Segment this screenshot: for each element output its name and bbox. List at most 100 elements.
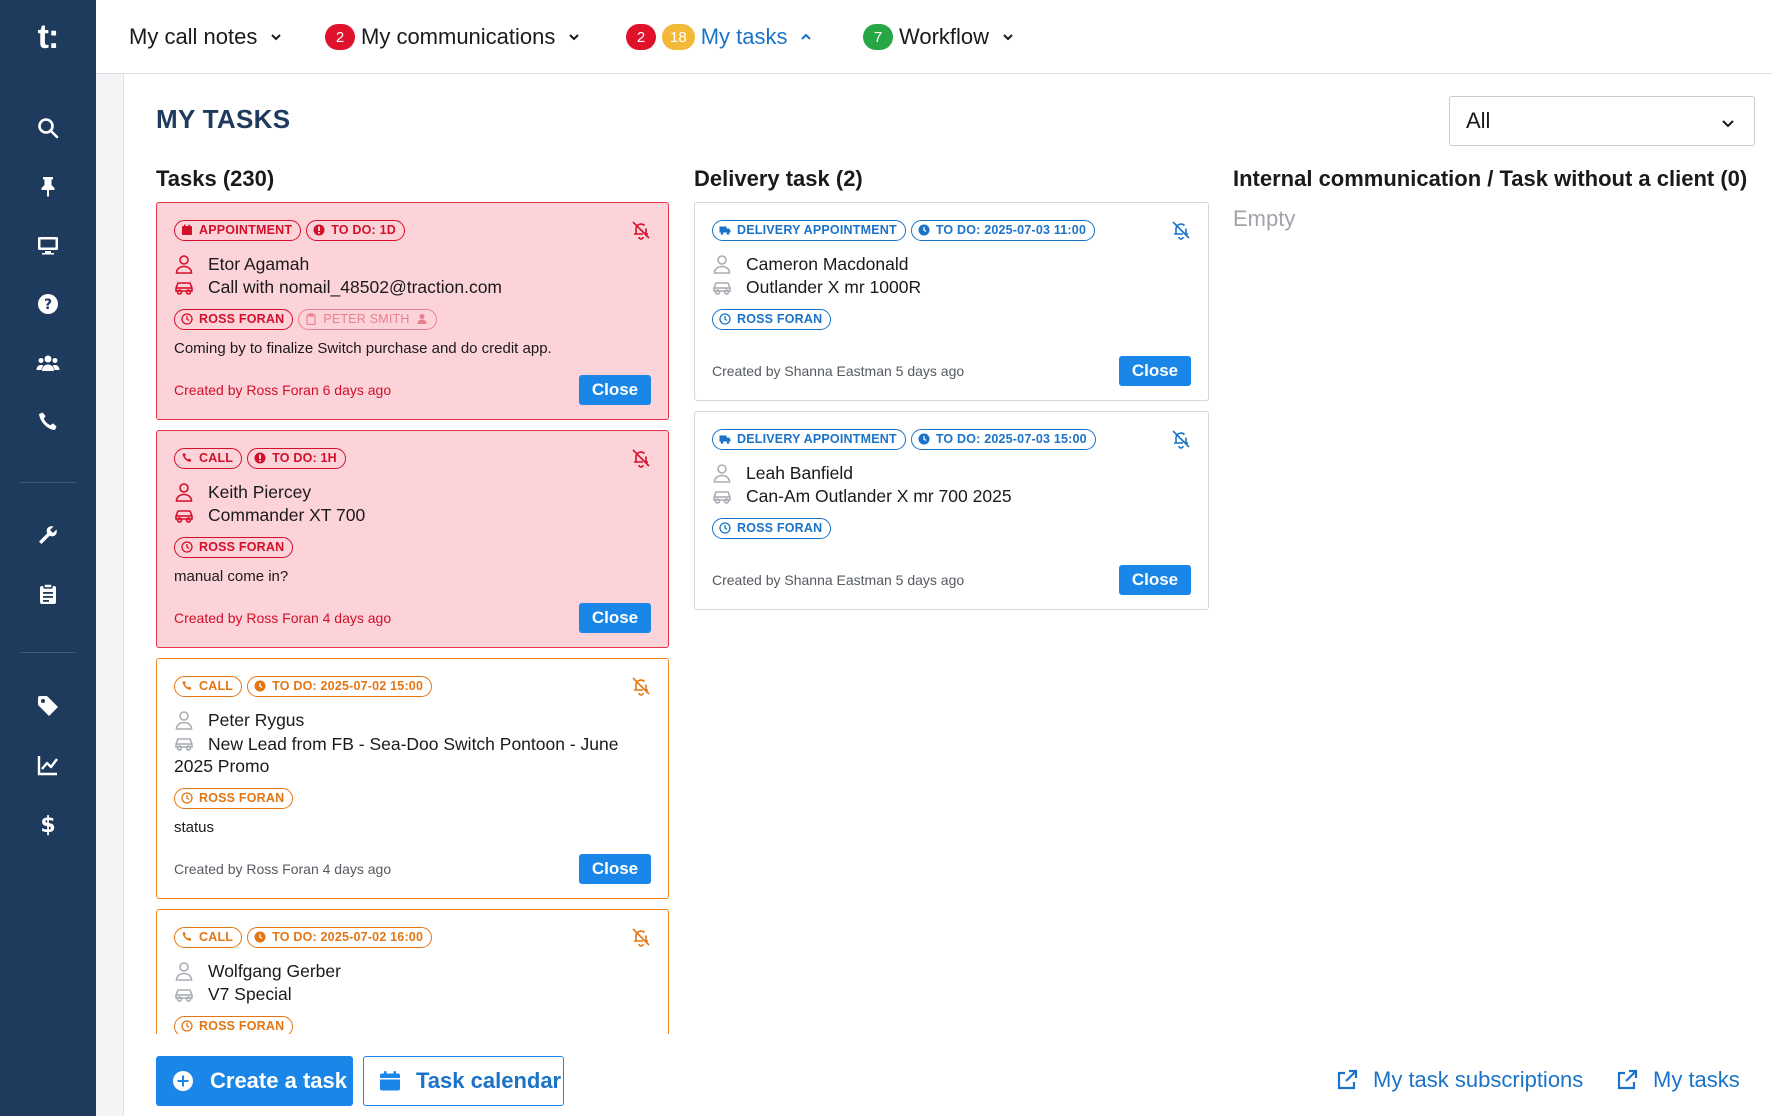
internal-column-title: Internal communication / Task without a … — [1233, 166, 1748, 191]
close-task-button[interactable]: Close — [579, 375, 651, 405]
task-client[interactable]: Keith Piercey — [174, 481, 651, 503]
my-tasks-link[interactable]: My tasks — [1615, 1064, 1740, 1096]
task-subject[interactable]: Can-Am Outlander X mr 700 2025 — [712, 485, 1191, 507]
external-link-icon — [1617, 1069, 1638, 1090]
task-subject[interactable]: Outlander X mr 1000R — [712, 276, 1191, 298]
task-card[interactable]: CALL TO DO: 1H Keith Piercey Commander X… — [156, 430, 669, 648]
task-due-tag: TO DO: 1D — [306, 219, 405, 241]
task-subject[interactable]: New Lead from FB - Sea-Doo Switch Pontoo… — [174, 732, 651, 777]
owner-tag: ROSS FORAN — [174, 536, 294, 558]
task-client[interactable]: Peter Rygus — [174, 709, 651, 731]
external-link-icon — [1337, 1069, 1358, 1090]
close-task-button[interactable]: Close — [1119, 565, 1191, 595]
nav-communications[interactable]: 2 My communications — [325, 20, 581, 54]
chevron-down-icon — [569, 34, 580, 41]
car-icon — [175, 510, 193, 523]
tasks-pending-badge: 18 — [662, 24, 695, 50]
owner-tag: ROSS FORAN — [174, 308, 294, 330]
tasks-overdue-badge: 2 — [626, 24, 656, 50]
app-logo[interactable]: t: — [0, 0, 96, 74]
internal-empty-text: Empty — [1233, 206, 1296, 231]
task-subject[interactable]: V7 Special — [174, 983, 651, 1005]
calendar-icon — [380, 1071, 400, 1091]
alert-icon — [254, 452, 266, 464]
clipboard-icon[interactable] — [28, 574, 68, 614]
truck-icon — [719, 435, 731, 444]
close-task-button[interactable]: Close — [579, 603, 651, 633]
task-created-info: Created by Ross Foran 6 days ago — [174, 382, 392, 398]
wrench-icon[interactable] — [28, 515, 68, 555]
users-icon[interactable] — [28, 343, 68, 383]
create-task-button[interactable]: Create a task — [156, 1056, 353, 1106]
chart-icon[interactable] — [28, 745, 68, 785]
bell-off-icon[interactable] — [630, 447, 652, 469]
task-client[interactable]: Etor Agamah — [174, 253, 651, 275]
bell-off-icon[interactable] — [1170, 428, 1192, 450]
bell-off-icon[interactable] — [630, 675, 652, 697]
tag-icon[interactable] — [28, 686, 68, 726]
content-gutter — [96, 74, 124, 1116]
chevron-up-icon — [801, 33, 812, 40]
delivery-task-card[interactable]: DELIVERY APPOINTMENT TO DO: 2025-07-03 1… — [694, 202, 1209, 401]
car-icon — [713, 491, 731, 504]
person-icon — [175, 255, 193, 274]
nav-my-tasks-label: My tasks — [700, 24, 788, 49]
sidebar-divider — [20, 482, 76, 483]
task-created-info: Created by Shanna Eastman 5 days ago — [712, 572, 965, 588]
clock-icon — [719, 313, 731, 325]
pin-icon[interactable] — [28, 166, 68, 206]
nav-workflow[interactable]: 7 Workflow — [863, 20, 1015, 54]
task-calendar-button[interactable]: Task calendar — [363, 1056, 564, 1106]
owner-tag: ROSS FORAN — [174, 787, 294, 809]
close-task-button[interactable]: Close — [1119, 356, 1191, 386]
assigned-tag: PETER SMITH — [298, 308, 437, 330]
task-created-info: Created by Ross Foran 4 days ago — [174, 861, 392, 877]
person-icon — [175, 962, 193, 981]
alert-icon — [313, 224, 325, 236]
help-icon[interactable]: ? — [28, 284, 68, 324]
task-card[interactable]: CALL TO DO: 2025-07-02 16:00 Wolfgang Ge… — [156, 909, 669, 1034]
bell-off-icon[interactable] — [1170, 219, 1192, 241]
task-subject[interactable]: Call with nomail_48502@traction.com — [174, 276, 651, 298]
my-task-subscriptions-link[interactable]: My task subscriptions — [1335, 1064, 1583, 1096]
monitor-icon[interactable] — [28, 225, 68, 265]
clock-icon — [181, 541, 193, 553]
phone-icon[interactable] — [28, 402, 68, 442]
task-card[interactable]: CALL TO DO: 2025-07-02 15:00 Peter Rygus… — [156, 658, 669, 899]
task-description: manual come in? — [174, 568, 289, 585]
task-client[interactable]: Leah Banfield — [712, 462, 1191, 484]
bell-off-icon[interactable] — [630, 219, 652, 241]
logo-dots: : — [48, 17, 59, 56]
communications-count-badge: 2 — [325, 24, 355, 50]
task-card[interactable]: APPOINTMENT TO DO: 1D Etor Agamah Call w… — [156, 202, 669, 420]
clock-icon — [181, 792, 193, 804]
close-task-button[interactable]: Close — [579, 854, 651, 884]
owner-tag: ROSS FORAN — [712, 517, 832, 539]
nav-call-notes[interactable]: My call notes — [129, 20, 283, 54]
task-description: status — [174, 819, 215, 836]
tasks-column-title: Tasks (230) — [156, 166, 275, 191]
bell-off-icon[interactable] — [630, 926, 652, 948]
truck-icon — [719, 226, 731, 235]
tasks-list[interactable]: APPOINTMENT TO DO: 1D Etor Agamah Call w… — [156, 202, 669, 1034]
nav-my-tasks[interactable]: 2 18 My tasks — [626, 20, 813, 54]
task-filter-select[interactable]: All — [1449, 96, 1755, 146]
task-subject[interactable]: Commander XT 700 — [174, 504, 651, 526]
task-type-tag: DELIVERY APPOINTMENT — [712, 428, 906, 450]
delivery-list[interactable]: DELIVERY APPOINTMENT TO DO: 2025-07-03 1… — [694, 202, 1209, 622]
sidebar: t: ? $ — [0, 0, 96, 1116]
delivery-task-card[interactable]: DELIVERY APPOINTMENT TO DO: 2025-07-03 1… — [694, 411, 1209, 610]
task-created-info: Created by Ross Foran 4 days ago — [174, 610, 392, 626]
task-client[interactable]: Cameron Macdonald — [712, 253, 1191, 275]
phone-icon — [182, 681, 192, 690]
task-due-tag: TO DO: 1H — [247, 447, 346, 469]
task-due-tag: TO DO: 2025-07-03 11:00 — [910, 219, 1096, 241]
dollar-icon[interactable]: $ — [28, 804, 68, 844]
task-due-tag: TO DO: 2025-07-03 15:00 — [910, 428, 1096, 450]
person-icon — [713, 464, 731, 483]
task-client[interactable]: Wolfgang Gerber — [174, 960, 651, 982]
top-navigation: My call notes 2 My communications 2 18 M… — [96, 0, 1772, 74]
search-icon[interactable] — [28, 108, 68, 148]
svg-text:?: ? — [44, 297, 52, 313]
car-icon — [713, 282, 731, 295]
